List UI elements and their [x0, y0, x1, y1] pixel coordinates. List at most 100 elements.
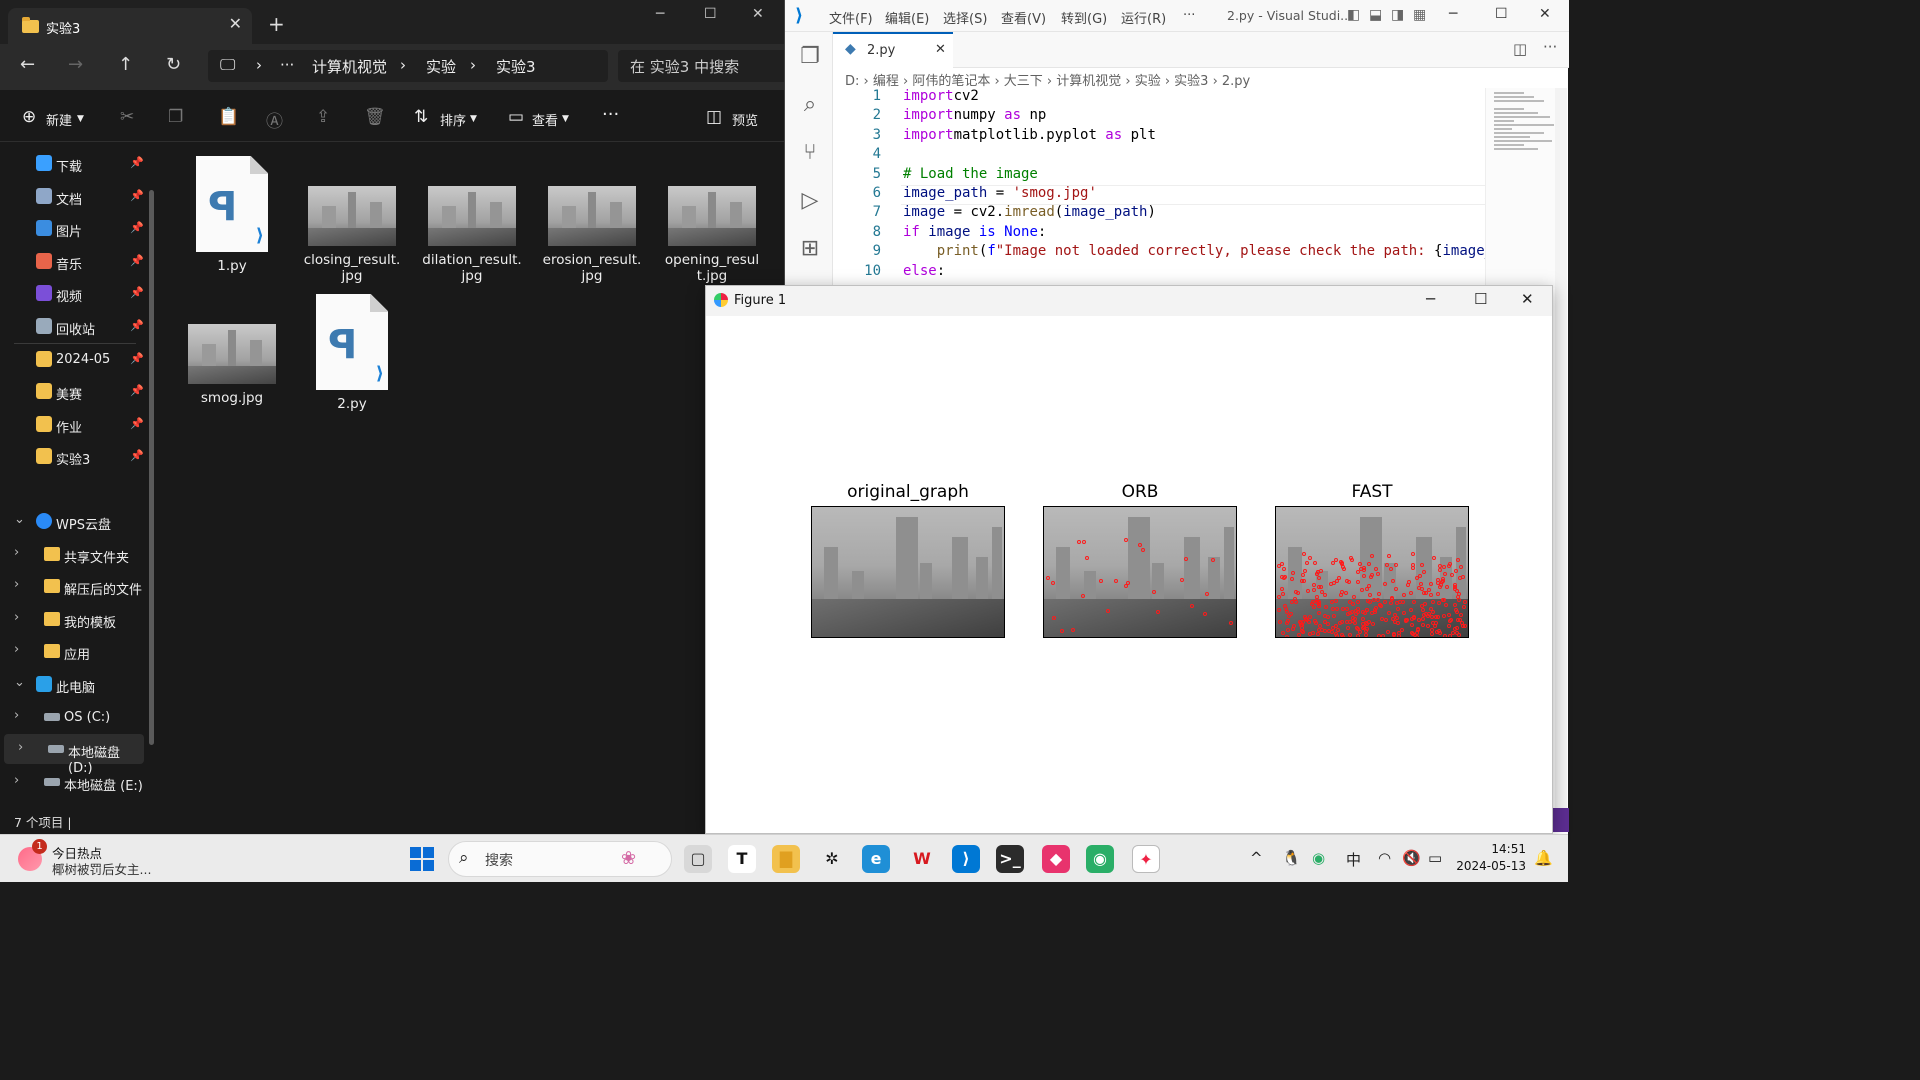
- clock[interactable]: 14:51 2024-05-13: [1456, 841, 1526, 875]
- chevron-right-icon[interactable]: ›: [14, 545, 19, 560]
- sidebar-item[interactable]: 视频 📌: [0, 278, 150, 308]
- vscode-icon[interactable]: ⟩: [952, 845, 980, 873]
- chatgpt-icon[interactable]: ✲: [818, 845, 846, 873]
- volume-muted-icon[interactable]: 🔇: [1402, 849, 1421, 867]
- chevron-right-icon[interactable]: ›: [14, 610, 19, 625]
- file-item[interactable]: erosion_result.jpg: [542, 156, 642, 284]
- editor-scrollbar[interactable]: [1555, 88, 1567, 808]
- address-bar[interactable]: 🖵 › ··· 计算机视觉 › 实验 › 实验3: [208, 50, 608, 82]
- qq-icon[interactable]: 🐧: [1282, 849, 1301, 867]
- tab-close-button[interactable]: ✕: [229, 14, 242, 33]
- sidebar-item-wps[interactable]: ⌄ WPS云盘: [0, 506, 150, 536]
- refresh-button[interactable]: ↻: [166, 54, 181, 75]
- sidebar-item[interactable]: › 共享文件夹: [0, 539, 150, 569]
- share-icon[interactable]: ⇪: [316, 107, 330, 127]
- wechat-icon[interactable]: ◉: [1086, 845, 1114, 873]
- minimap[interactable]: [1485, 88, 1555, 288]
- rename-icon[interactable]: Ⓐ: [266, 107, 283, 132]
- sidebar-item[interactable]: › 应用: [0, 636, 150, 666]
- up-button[interactable]: ↑: [118, 54, 133, 75]
- sidebar-item[interactable]: 图片 📌: [0, 213, 150, 243]
- tab-2py[interactable]: ◆ 2.py ✕: [833, 32, 953, 68]
- toggle-sidebar-icon[interactable]: ◧: [1347, 7, 1360, 23]
- breadcrumb-more[interactable]: ···: [280, 56, 294, 74]
- chevron-right-icon[interactable]: ›: [14, 577, 19, 592]
- sidebar-item[interactable]: › 解压后的文件: [0, 571, 150, 601]
- breadcrumb-item[interactable]: 实验: [426, 56, 456, 77]
- explorer-icon[interactable]: ❐: [797, 44, 823, 70]
- menu-item[interactable]: 运行(R): [1121, 8, 1166, 27]
- typora-icon[interactable]: T: [728, 845, 756, 873]
- extensions-icon[interactable]: ⊞: [797, 236, 823, 262]
- wps-icon[interactable]: W: [908, 845, 936, 873]
- copy-icon[interactable]: ❐: [168, 107, 183, 127]
- wechat-tray-icon[interactable]: ◉: [1312, 849, 1325, 867]
- sort-button[interactable]: 排序: [440, 110, 466, 129]
- search-icon[interactable]: ⌕: [797, 92, 823, 118]
- chevron-right-icon[interactable]: ›: [14, 708, 19, 723]
- edge-icon[interactable]: e: [862, 845, 890, 873]
- toggle-secondary-sidebar-icon[interactable]: ◨: [1391, 7, 1404, 23]
- wifi-icon[interactable]: ◠: [1378, 849, 1391, 867]
- customize-layout-icon[interactable]: ▦: [1413, 7, 1426, 23]
- menu-item[interactable]: 选择(S): [943, 8, 987, 27]
- sidebar-item[interactable]: 作业 📌: [0, 409, 150, 439]
- new-button[interactable]: 新建: [46, 110, 72, 129]
- menu-item[interactable]: 转到(G): [1061, 8, 1107, 27]
- split-editor-icon[interactable]: ◫: [1513, 40, 1527, 58]
- file-explorer-icon[interactable]: ▇: [772, 845, 800, 873]
- cut-icon[interactable]: ✂: [120, 107, 134, 127]
- breadcrumb-item[interactable]: 计算机视觉: [312, 56, 387, 77]
- menu-item[interactable]: ···: [1183, 8, 1195, 23]
- view-button[interactable]: 查看: [532, 110, 558, 129]
- sidebar-item[interactable]: 回收站 📌: [0, 311, 150, 341]
- chevron-right-icon[interactable]: ›: [14, 642, 19, 657]
- more-options-button[interactable]: ···: [602, 104, 619, 125]
- menu-item[interactable]: 编辑(E): [885, 8, 929, 27]
- tray-chevron-icon[interactable]: ^: [1250, 849, 1263, 867]
- toggle-panel-icon[interactable]: ⬓: [1369, 7, 1382, 23]
- file-item[interactable]: opening_result.jpg: [662, 156, 762, 284]
- file-item[interactable]: ꟼ ⟩ 2.py: [302, 294, 402, 412]
- source-control-icon[interactable]: ⑂: [797, 140, 823, 166]
- close-button[interactable]: ✕: [752, 6, 764, 22]
- minimize-button[interactable]: ─: [656, 6, 664, 22]
- close-button[interactable]: ✕: [1539, 6, 1551, 22]
- close-button[interactable]: ✕: [1521, 290, 1534, 308]
- file-item[interactable]: dilation_result.jpg: [422, 156, 522, 284]
- file-item[interactable]: ꟼ ⟩ 1.py: [182, 156, 282, 274]
- code-editor[interactable]: 1 importcv2 2 importnumpy as np 3 importmatpl…: [833, 88, 1527, 288]
- sidebar-item[interactable]: 实验3 📌: [0, 441, 150, 471]
- explorer-tab[interactable]: 实验3 ✕: [8, 8, 252, 44]
- sidebar-item-drive[interactable]: › 本地磁盘 (E:): [0, 767, 150, 797]
- sidebar-item[interactable]: 音乐 📌: [0, 246, 150, 276]
- taskbar-search[interactable]: ⌕ 搜索 ❀: [448, 841, 672, 877]
- sidebar-item-drive[interactable]: › 本地磁盘 (D:): [4, 734, 144, 776]
- more-actions-icon[interactable]: ···: [1543, 38, 1557, 56]
- terminal-icon[interactable]: >_: [996, 845, 1024, 873]
- maximize-button[interactable]: ☐: [1474, 290, 1487, 308]
- preview-pane-button[interactable]: 预览: [732, 110, 758, 129]
- minimize-button[interactable]: ─: [1449, 6, 1457, 22]
- forward-button[interactable]: →: [68, 54, 83, 75]
- sidebar-item[interactable]: 2024-05 📌: [0, 344, 150, 374]
- sidebar-item[interactable]: › 我的模板: [0, 604, 150, 634]
- delete-icon[interactable]: 🗑: [364, 107, 386, 127]
- start-button[interactable]: [410, 847, 434, 871]
- news-widget[interactable]: 1 今日热点 椰树被罚后女主...: [18, 839, 178, 877]
- minimize-button[interactable]: ─: [1426, 290, 1435, 308]
- paste-icon[interactable]: 📋: [218, 107, 239, 127]
- tab-close-button[interactable]: ✕: [935, 42, 946, 57]
- sidebar-item[interactable]: 下载 📌: [0, 148, 150, 178]
- chevron-right-icon[interactable]: ›: [18, 740, 23, 755]
- file-item[interactable]: smog.jpg: [182, 294, 282, 406]
- run-debug-icon[interactable]: ▷: [797, 188, 823, 214]
- notification-bell-icon[interactable]: 🔔: [1534, 849, 1553, 867]
- chevron-right-icon[interactable]: ›: [14, 773, 19, 788]
- editor-breadcrumb[interactable]: D: › 编程 › 阿伟的笔记本 › 大三下 › 计算机视觉 › 实验 › 实验…: [845, 70, 1545, 89]
- sidebar-item[interactable]: 美赛 📌: [0, 376, 150, 406]
- sidebar-item-drive[interactable]: › OS (C:): [0, 702, 150, 732]
- pycharm-ish-icon[interactable]: ◆: [1042, 845, 1070, 873]
- search-input[interactable]: 在 实验3 中搜索: [618, 50, 788, 82]
- battery-icon[interactable]: ▭: [1428, 849, 1442, 867]
